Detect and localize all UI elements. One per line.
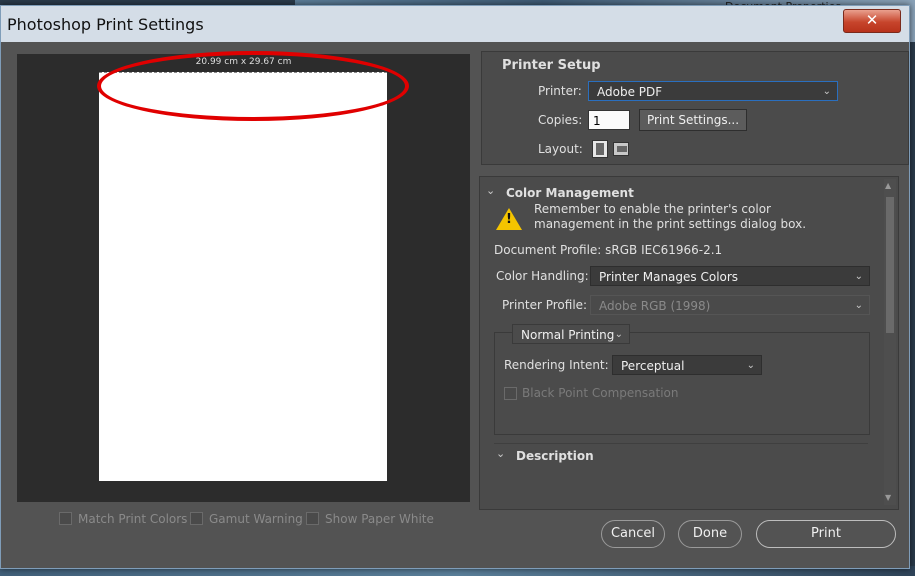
layout-label: Layout: [538,142,583,156]
portrait-layout-icon[interactable] [592,140,608,158]
landscape-layout-icon[interactable] [613,142,629,156]
print-mode-value: Normal Printing [521,328,615,342]
printer-label: Printer: [538,84,582,98]
copies-label: Copies: [538,113,583,127]
chevron-down-icon: ⌄ [854,300,863,311]
gamut-warning-checkbox[interactable]: Gamut Warning [190,512,303,526]
show-paper-white-checkbox[interactable]: Show Paper White [306,512,434,526]
print-preview: 20.99 cm x 29.67 cm [17,51,470,502]
warning-exclamation: ! [506,212,512,227]
description-heading: Description [516,449,594,463]
checkbox-box[interactable] [59,512,72,525]
chevron-down-icon: ⌄ [822,86,831,97]
print-button[interactable]: Print [756,520,896,548]
rendering-intent-label: Rendering Intent: [504,358,609,372]
color-handling-select[interactable]: Printer Manages Colors ⌄ [590,266,870,286]
print-settings-button[interactable]: Print Settings... [639,109,747,131]
rendering-subpanel [494,332,870,435]
done-button[interactable]: Done [678,520,742,548]
section-divider [494,443,868,444]
match-print-colors-label: Match Print Colors [78,512,188,526]
match-print-colors-checkbox[interactable]: Match Print Colors [59,512,187,526]
printer-value: Adobe PDF [597,85,663,99]
print-mode-select[interactable]: Normal Printing ⌄ [512,324,630,344]
show-paper-white-label: Show Paper White [325,512,434,526]
scroll-thumb[interactable] [886,197,894,333]
chevron-down-icon: ⌄ [614,329,623,340]
black-point-label: Black Point Compensation [522,386,679,400]
color-handling-value: Printer Manages Colors [599,270,739,284]
document-profile-text: Document Profile: sRGB IEC61966-2.1 [494,243,723,257]
scroll-down-icon[interactable]: ▼ [885,493,891,502]
checkbox-box[interactable] [190,512,203,525]
color-management-heading: Color Management [506,186,634,200]
title-bar: Photoshop Print Settings ✕ [1,6,909,42]
scroll-up-icon[interactable]: ▲ [885,181,891,190]
rendering-intent-select[interactable]: Perceptual ⌄ [612,355,762,375]
rendering-intent-value: Perceptual [621,359,685,373]
chevron-down-icon[interactable]: ⌄ [496,447,505,460]
window-title: Photoshop Print Settings [7,15,204,34]
black-point-checkbox[interactable] [504,387,517,400]
print-settings-dialog: Photoshop Print Settings ✕ 20.99 cm x 29… [0,5,910,569]
printer-select[interactable]: Adobe PDF ⌄ [588,81,838,101]
chevron-down-icon[interactable]: ⌄ [486,184,495,197]
color-handling-label: Color Handling: [496,269,589,283]
printer-setup-panel: Printer Setup Printer: Adobe PDF ⌄ Copie… [481,51,909,165]
printer-profile-value: Adobe RGB (1998) [599,299,711,313]
chevron-down-icon: ⌄ [854,271,863,282]
gamut-warning-label: Gamut Warning [209,512,303,526]
annotation-ellipse [97,51,409,121]
warning-text-line2: management in the print settings dialog … [534,217,807,231]
chevron-down-icon: ⌄ [746,360,755,371]
warning-text-line1: Remember to enable the printer's color [534,202,771,216]
checkbox-box[interactable] [306,512,319,525]
scrollbar[interactable]: ▲ ▼ [884,179,896,505]
printer-profile-select: Adobe RGB (1998) ⌄ [590,295,870,315]
paper-preview [99,72,387,481]
printer-profile-label: Printer Profile: [502,298,588,312]
copies-input[interactable]: 1 [588,110,630,130]
color-management-panel: ⌄ Color Management ! Remember to enable … [479,176,899,510]
cancel-button[interactable]: Cancel [601,520,665,548]
printer-setup-heading: Printer Setup [502,58,601,73]
close-button[interactable]: ✕ [843,9,901,33]
